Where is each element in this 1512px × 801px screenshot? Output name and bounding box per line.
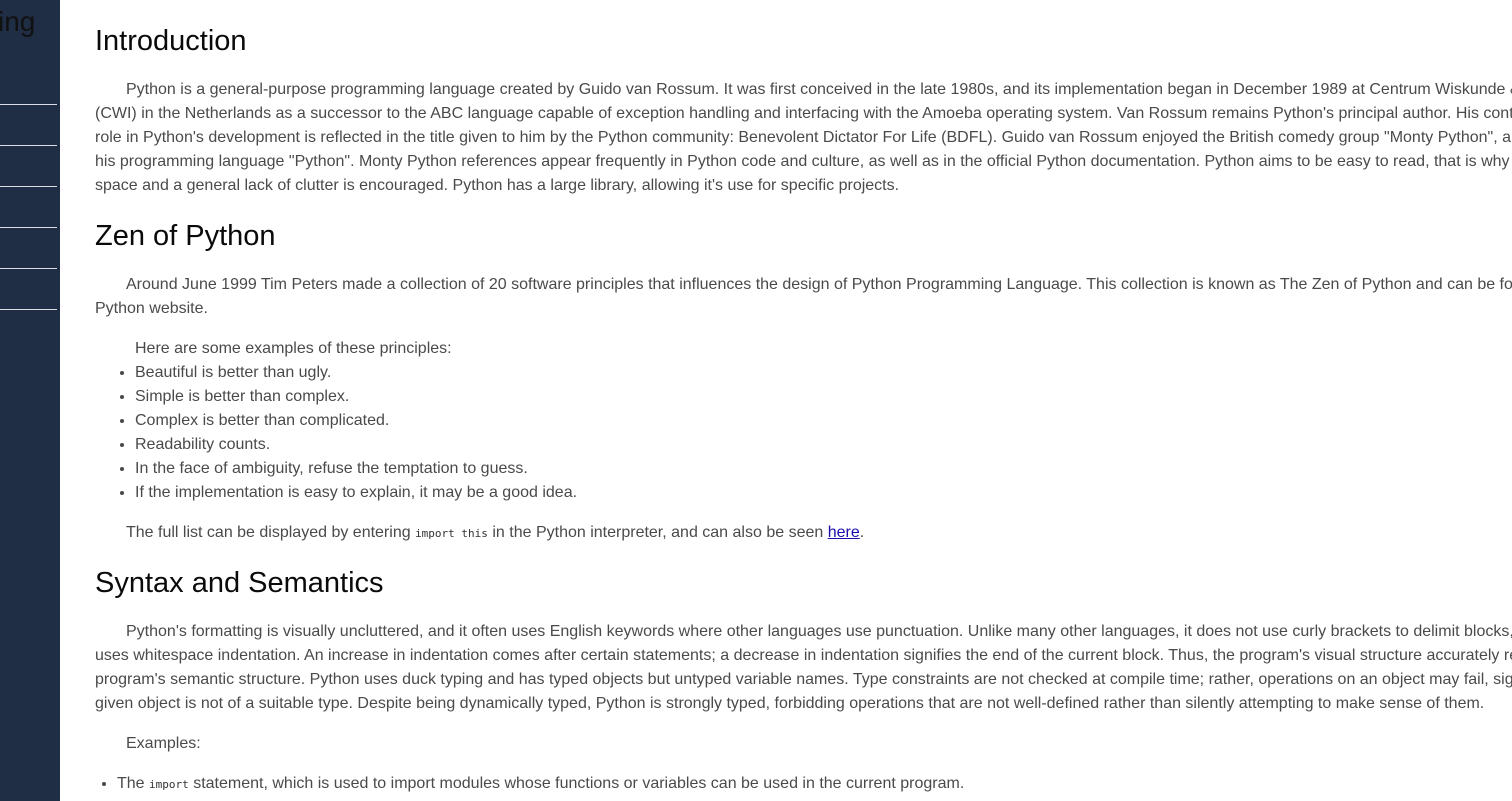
paragraph-line: The full list can be displayed by enteri…	[95, 521, 1512, 546]
paragraph-line: given object is not of a suitable type. …	[95, 695, 1485, 712]
sidebar-title[interactable]: ing	[0, 4, 35, 40]
list-item: Simple is better than complex.	[135, 385, 1512, 409]
nav-item-divider[interactable]	[0, 186, 57, 187]
paragraph-line: uses whitespace indentation. An increase…	[95, 647, 1512, 664]
text-fragment: The	[117, 775, 150, 792]
examples-list: The import statement, which is used to i…	[95, 772, 1512, 797]
paragraph-line: Python is a general-purpose programming …	[126, 81, 1512, 98]
nav-item-divider[interactable]	[0, 104, 57, 105]
paragraph-line: his programming language "Python". Monty…	[95, 153, 1512, 170]
paragraph-line: Python's formatting is visually unclutte…	[126, 623, 1512, 640]
zen-principles-list: Here are some examples of these principl…	[95, 337, 1512, 505]
paragraph-line: space and a general lack of clutter is e…	[95, 177, 900, 194]
text-fragment: The full list can be displayed by enteri…	[126, 524, 416, 541]
section-heading: Zen of Python	[95, 220, 276, 252]
introduction-paragraph: Python is a general-purpose programming …	[95, 78, 1512, 198]
syntax-examples-label: Examples:	[95, 732, 1512, 756]
paragraph-line: (CWI) in the Netherlands as a successor …	[95, 105, 1512, 122]
zen-full-list-note: The full list can be displayed by enteri…	[95, 521, 1512, 546]
nav-item-divider[interactable]	[0, 268, 57, 269]
main-content: Introduction Python is a general-purpose…	[60, 0, 1512, 801]
section-heading: Syntax and Semantics	[95, 567, 384, 599]
text-fragment: in the Python interpreter, and can also …	[487, 524, 828, 541]
section-syntax-and-semantics: Syntax and Semantics	[95, 566, 1512, 600]
paragraph-line: role in Python's development is reflecte…	[95, 129, 1512, 146]
section-introduction: Introduction	[95, 24, 1512, 58]
paragraph-line: Around June 1999 Tim Peters made a colle…	[126, 276, 1512, 293]
list-item: The import statement, which is used to i…	[117, 772, 1512, 797]
section-zen-of-python: Zen of Python	[95, 219, 1512, 253]
syntax-examples-list: The import statement, which is used to i…	[95, 772, 1512, 797]
text-fragment: .	[859, 524, 865, 541]
examples-label: Examples:	[126, 735, 201, 752]
principles-list: Beautiful is better than ugly. Simple is…	[95, 361, 1512, 505]
paragraph-line: Python website.	[95, 300, 208, 317]
nav-item-divider[interactable]	[0, 145, 57, 146]
nav-item-divider[interactable]	[0, 309, 57, 310]
list-intro: Here are some examples of these principl…	[135, 340, 452, 357]
list-item: In the face of ambiguity, refuse the tem…	[135, 457, 1512, 481]
list-item: Readability counts.	[135, 433, 1512, 457]
inline-code: import this	[415, 527, 488, 540]
zen-paragraph: Around June 1999 Tim Peters made a colle…	[95, 273, 1512, 321]
nav-item-divider[interactable]	[0, 227, 57, 228]
list-item: Beautiful is better than ugly.	[135, 361, 1512, 385]
text-fragment: statement, which is used to import modul…	[188, 775, 965, 792]
list-item: Complex is better than complicated.	[135, 409, 1512, 433]
sidebar-nav: ing	[0, 0, 60, 801]
inline-code: import	[149, 778, 189, 791]
section-heading: Introduction	[95, 25, 247, 57]
zen-link[interactable]: here	[828, 524, 860, 541]
list-item: If the implementation is easy to explain…	[135, 481, 1512, 505]
syntax-paragraph: Python's formatting is visually unclutte…	[95, 620, 1512, 716]
paragraph-line: program's semantic structure. Python use…	[95, 671, 1512, 688]
